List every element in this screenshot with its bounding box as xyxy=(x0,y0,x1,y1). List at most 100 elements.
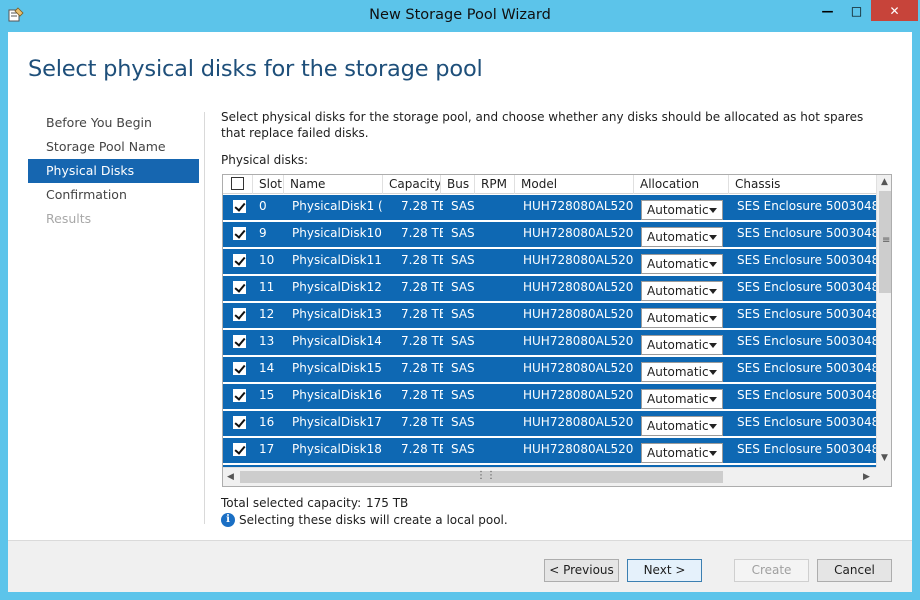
physical-disks-label: Physical disks: xyxy=(221,153,309,167)
column-header-capacity[interactable]: Capacity xyxy=(383,175,441,194)
table-row[interactable]: 0 PhysicalDisk1 (... 7.28 TB SAS HUH7280… xyxy=(223,195,876,220)
physical-disks-grid: Slot Name Capacity Bus RPM Model Allocat… xyxy=(222,174,892,487)
table-row[interactable]: 14 PhysicalDisk15... 7.28 TB SAS HUH7280… xyxy=(223,357,876,382)
table-row[interactable]: 13 PhysicalDisk14... 7.28 TB SAS HUH7280… xyxy=(223,330,876,355)
cell-name: PhysicalDisk14... xyxy=(292,334,383,348)
nav-step-physical-disks[interactable]: Physical Disks xyxy=(28,159,199,183)
cell-slot: 17 xyxy=(259,442,275,456)
allocation-dropdown[interactable]: Automatic xyxy=(641,362,723,382)
minimize-button[interactable]: — xyxy=(813,0,842,21)
vertical-scrollbar[interactable]: ▲ ≡ ▼ xyxy=(876,175,891,467)
allocation-dropdown[interactable]: Automatic xyxy=(641,443,723,463)
column-header-allocation[interactable]: Allocation xyxy=(634,175,729,194)
column-header-name[interactable]: Name xyxy=(284,175,383,194)
allocation-dropdown[interactable]: Automatic xyxy=(641,335,723,355)
cell-name: PhysicalDisk15... xyxy=(292,361,383,375)
window-title: New Storage Pool Wizard xyxy=(369,7,551,23)
scroll-right-icon[interactable]: ▶ xyxy=(863,472,870,482)
table-row[interactable]: 17 PhysicalDisk18... 7.28 TB SAS HUH7280… xyxy=(223,438,876,463)
row-checkbox[interactable] xyxy=(233,362,246,375)
nav-step-storage-pool-name[interactable]: Storage Pool Name xyxy=(28,135,199,159)
allocation-value: Automatic xyxy=(647,419,709,433)
info-icon: i xyxy=(221,513,235,527)
chevron-down-icon xyxy=(709,397,717,402)
wizard-content: Select physical disks for the storage po… xyxy=(8,32,912,592)
column-header-slot[interactable]: Slot xyxy=(253,175,284,194)
table-row[interactable]: 9 PhysicalDisk10... 7.28 TB SAS HUH72808… xyxy=(223,222,876,247)
table-row[interactable]: 11 PhysicalDisk12... 7.28 TB SAS HUH7280… xyxy=(223,276,876,301)
row-checkbox[interactable] xyxy=(233,200,246,213)
scrollbar-corner xyxy=(876,467,891,486)
column-header-model[interactable]: Model xyxy=(515,175,634,194)
table-row[interactable]: 15 PhysicalDisk16... 7.28 TB SAS HUH7280… xyxy=(223,384,876,409)
row-checkbox[interactable] xyxy=(233,389,246,402)
scroll-left-icon[interactable]: ◀ xyxy=(227,472,234,482)
cell-chassis: SES Enclosure 500304800 xyxy=(737,253,876,267)
close-button[interactable]: ✕ xyxy=(871,0,918,21)
allocation-dropdown[interactable]: Automatic xyxy=(641,227,723,247)
cell-name: PhysicalDisk13... xyxy=(292,307,383,321)
horizontal-scroll-thumb[interactable]: ⋮⋮ xyxy=(240,470,723,483)
scroll-down-icon[interactable]: ▼ xyxy=(881,453,888,463)
row-checkbox[interactable] xyxy=(233,227,246,240)
allocation-dropdown[interactable]: Automatic xyxy=(641,254,723,274)
title-bar[interactable]: New Storage Pool Wizard — □ ✕ xyxy=(0,0,920,32)
row-checkbox[interactable] xyxy=(233,281,246,294)
row-checkbox[interactable] xyxy=(233,416,246,429)
row-checkbox[interactable] xyxy=(233,335,246,348)
create-button: Create xyxy=(734,559,809,582)
cell-capacity: 7.28 TB xyxy=(401,199,443,213)
cell-capacity: 7.28 TB xyxy=(401,415,443,429)
allocation-value: Automatic xyxy=(647,446,709,460)
cell-capacity: 7.28 TB xyxy=(401,361,443,375)
scroll-up-icon[interactable]: ▲ xyxy=(881,177,888,187)
next-button[interactable]: Next > xyxy=(627,559,702,582)
column-header-bus[interactable]: Bus xyxy=(441,175,475,194)
allocation-value: Automatic xyxy=(647,257,709,271)
allocation-dropdown[interactable]: Automatic xyxy=(641,389,723,409)
cell-chassis: SES Enclosure 500304800 xyxy=(737,442,876,456)
cell-rpm xyxy=(475,411,515,436)
column-header-chassis[interactable]: Chassis xyxy=(729,175,876,194)
column-header-rpm[interactable]: RPM xyxy=(475,175,515,194)
nav-step-confirmation[interactable]: Confirmation xyxy=(28,183,199,207)
allocation-dropdown[interactable]: Automatic xyxy=(641,416,723,436)
nav-step-before-you-begin[interactable]: Before You Begin xyxy=(28,111,199,135)
select-all-checkbox[interactable] xyxy=(231,177,244,190)
total-capacity-value: 175 TB xyxy=(366,496,409,510)
cancel-button[interactable]: Cancel xyxy=(817,559,892,582)
cell-rpm xyxy=(475,357,515,382)
cell-slot: 14 xyxy=(259,361,275,375)
button-bar: < Previous Next > Create Cancel xyxy=(8,541,912,592)
table-row[interactable]: 10 PhysicalDisk11... 7.28 TB SAS HUH7280… xyxy=(223,249,876,274)
table-row[interactable]: 16 PhysicalDisk17... 7.28 TB SAS HUH7280… xyxy=(223,411,876,436)
cell-slot: 9 xyxy=(259,226,267,240)
cell-rpm xyxy=(475,249,515,274)
vertical-scroll-thumb[interactable]: ≡ xyxy=(879,191,891,293)
row-checkbox[interactable] xyxy=(233,308,246,321)
cell-chassis: SES Enclosure 500304800 xyxy=(737,199,876,213)
horizontal-scrollbar[interactable]: ◀ ⋮⋮ ▶ xyxy=(223,467,891,486)
cell-model: HUH728080AL5200 xyxy=(523,415,634,429)
allocation-dropdown[interactable]: Automatic xyxy=(641,281,723,301)
cell-bus: SAS xyxy=(451,442,475,456)
cell-model: HUH728080AL5200 xyxy=(523,280,634,294)
grip-icon: ⋮⋮ xyxy=(476,470,496,481)
chevron-down-icon xyxy=(709,424,717,429)
cell-bus: SAS xyxy=(451,361,475,375)
cell-chassis: SES Enclosure 500304800 xyxy=(737,307,876,321)
allocation-value: Automatic xyxy=(647,284,709,298)
allocation-dropdown[interactable]: Automatic xyxy=(641,200,723,220)
previous-button[interactable]: < Previous xyxy=(544,559,619,582)
table-row[interactable]: 12 PhysicalDisk13... 7.28 TB SAS HUH7280… xyxy=(223,303,876,328)
cell-name: PhysicalDisk11... xyxy=(292,253,383,267)
cell-bus: SAS xyxy=(451,280,475,294)
nav-divider xyxy=(204,112,205,524)
cell-bus: SAS xyxy=(451,388,475,402)
maximize-button[interactable]: □ xyxy=(842,0,871,21)
allocation-dropdown[interactable]: Automatic xyxy=(641,308,723,328)
row-checkbox[interactable] xyxy=(233,254,246,267)
row-checkbox[interactable] xyxy=(233,443,246,456)
allocation-value: Automatic xyxy=(647,203,709,217)
cell-model: HUH728080AL5200 xyxy=(523,226,634,240)
